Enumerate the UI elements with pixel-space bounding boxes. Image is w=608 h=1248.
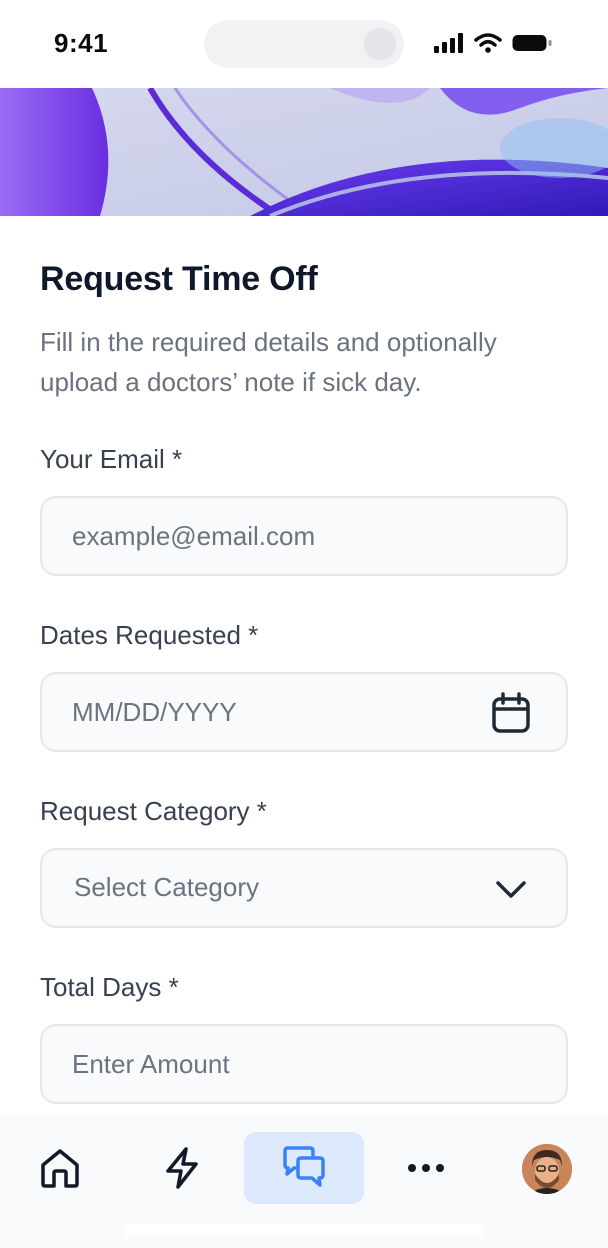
category-label: Request Category * bbox=[40, 796, 267, 826]
lightning-icon bbox=[166, 1147, 198, 1189]
category-placeholder: Select Category bbox=[74, 872, 259, 902]
email-field[interactable] bbox=[40, 496, 568, 576]
category-select[interactable]: Select Category bbox=[40, 848, 568, 928]
nav-home[interactable] bbox=[0, 1132, 120, 1204]
status-bar: 9:41 bbox=[0, 0, 608, 88]
chat-icon bbox=[283, 1146, 325, 1187]
dates-input[interactable] bbox=[72, 674, 472, 750]
total-days-field[interactable] bbox=[40, 1024, 568, 1104]
camera-dot bbox=[364, 28, 396, 60]
dates-field[interactable] bbox=[40, 672, 568, 752]
email-label: Your Email * bbox=[40, 444, 183, 474]
status-time: 9:41 bbox=[54, 28, 109, 58]
chevron-down-icon[interactable] bbox=[490, 868, 532, 910]
total-days-input[interactable] bbox=[72, 1026, 472, 1102]
avatar-image bbox=[522, 1144, 572, 1194]
page-title: Request Time Off bbox=[40, 260, 318, 298]
page-subtitle: Fill in the required details and optiona… bbox=[40, 327, 497, 397]
more-icon bbox=[408, 1164, 444, 1172]
nav-messages[interactable] bbox=[244, 1132, 364, 1204]
battery-icon bbox=[512, 35, 552, 51]
wifi-icon bbox=[474, 33, 502, 53]
dynamic-island bbox=[204, 20, 404, 68]
avatar[interactable] bbox=[522, 1144, 572, 1194]
dates-label: Dates Requested * bbox=[40, 620, 259, 650]
home-indicator bbox=[124, 1224, 484, 1236]
hero-artwork bbox=[0, 88, 608, 216]
signal-icon bbox=[434, 33, 463, 53]
nav-more[interactable] bbox=[366, 1132, 486, 1204]
home-icon bbox=[41, 1149, 79, 1188]
bottom-nav bbox=[0, 1116, 608, 1248]
nav-activity[interactable] bbox=[122, 1132, 242, 1204]
email-input[interactable] bbox=[72, 498, 472, 574]
status-icons bbox=[434, 33, 552, 53]
total-days-label: Total Days * bbox=[40, 972, 179, 1002]
hero-banner bbox=[0, 88, 608, 216]
calendar-icon[interactable] bbox=[490, 692, 532, 734]
